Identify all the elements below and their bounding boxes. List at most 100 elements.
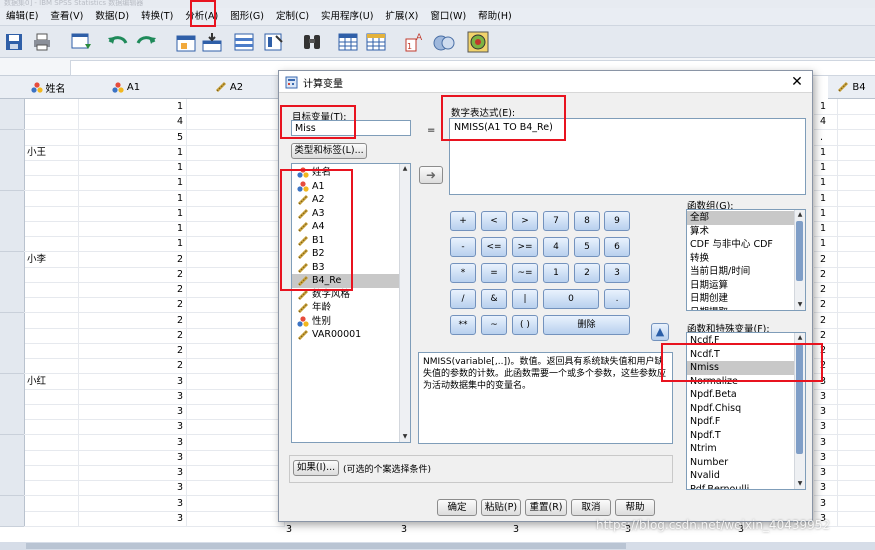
save-button[interactable]	[2, 30, 26, 54]
cell-a1[interactable]: 1	[72, 190, 187, 207]
keypad-key[interactable]: |	[512, 289, 538, 309]
cell-a1[interactable]: 3	[72, 480, 187, 497]
cell-a1[interactable]: 2	[72, 251, 187, 268]
cell-b4[interactable]	[828, 374, 875, 390]
undo-button[interactable]	[106, 30, 130, 54]
target-variable-input[interactable]: Miss	[291, 120, 411, 136]
cell-name[interactable]	[24, 99, 79, 115]
cell-b4[interactable]	[828, 175, 875, 192]
help-button[interactable]: 帮助	[615, 499, 655, 516]
column-header-a1[interactable]: A1	[72, 76, 181, 99]
cell-name[interactable]	[24, 419, 79, 436]
cell-b4[interactable]	[828, 252, 875, 268]
variable-list-scrollbar[interactable]: ▲ ▼	[399, 164, 410, 442]
keypad-key[interactable]: +	[450, 211, 476, 231]
cell-a1[interactable]: 1	[72, 205, 187, 222]
keypad-key[interactable]: 1	[543, 263, 569, 283]
cell-a2[interactable]	[180, 434, 285, 451]
cell-name[interactable]	[24, 190, 79, 207]
cell-name[interactable]	[24, 404, 79, 420]
cell-a1[interactable]: 3	[72, 465, 187, 481]
cell-b4[interactable]	[828, 450, 875, 466]
function-group-item[interactable]: 日期运算	[687, 279, 805, 293]
cell-bottom-row[interactable]: 3	[283, 522, 299, 537]
cell-b4[interactable]	[828, 435, 875, 451]
cell-name[interactable]	[24, 266, 79, 283]
variable-item[interactable]: B4_Re	[292, 274, 410, 288]
function-item[interactable]: Nvalid	[687, 469, 805, 483]
goto-variable-button[interactable]	[200, 30, 224, 54]
menu-item-5[interactable]: 图形(G)	[224, 8, 270, 26]
cell-a2[interactable]	[180, 99, 285, 115]
function-group-item[interactable]: CDF 与非中心 CDF	[687, 238, 805, 252]
cell-a2[interactable]	[180, 495, 285, 512]
cell-name[interactable]	[24, 129, 79, 146]
row-header[interactable]	[0, 221, 25, 237]
cell-b4[interactable]	[828, 236, 875, 253]
cell-name[interactable]	[24, 465, 79, 481]
cell-a2[interactable]	[180, 480, 285, 497]
cell-name[interactable]	[24, 388, 79, 405]
cell-name[interactable]	[24, 480, 79, 497]
horizontal-scrollbar[interactable]	[0, 542, 875, 550]
menu-item-9[interactable]: 窗口(W)	[424, 8, 472, 26]
row-header[interactable]	[0, 358, 25, 375]
variable-item[interactable]: B2	[292, 247, 410, 261]
goto-case-button[interactable]	[174, 30, 198, 54]
cell-a1[interactable]: 4	[72, 114, 187, 131]
function-group-list[interactable]: 全部算术CDF 与非中心 CDF转换当前日期/时间日期运算日期创建日期提取 ▲ …	[686, 209, 806, 311]
scroll-thumb[interactable]	[796, 221, 803, 281]
cell-b4[interactable]	[828, 130, 875, 146]
cell-b4[interactable]	[828, 206, 875, 222]
cell-b4[interactable]	[828, 145, 875, 161]
cell-name[interactable]: 小王	[24, 144, 79, 161]
cell-b4[interactable]	[828, 114, 875, 131]
keypad-key[interactable]: ( )	[512, 315, 538, 335]
row-header[interactable]	[0, 190, 25, 207]
row-header[interactable]	[0, 114, 25, 131]
function-item[interactable]: Pdf.Bernoulli	[687, 483, 805, 490]
insert-cases-button[interactable]	[336, 30, 360, 54]
row-header[interactable]	[0, 99, 25, 115]
menu-item-6[interactable]: 定制(C)	[270, 8, 315, 26]
cell-a2[interactable]	[180, 251, 285, 268]
cell-name[interactable]	[24, 175, 79, 192]
variable-item[interactable]: B1	[292, 234, 410, 248]
cell-name[interactable]: 小李	[24, 251, 79, 268]
keypad-key[interactable]: =	[481, 263, 507, 283]
cell-a2[interactable]	[180, 190, 285, 207]
variable-list[interactable]: 姓名 A1 A2 A3 A4 B1 B2 B3 B4_Re 数字风格 年龄 性别 VAR00001 ▲ …	[291, 163, 411, 443]
cell-a2[interactable]	[180, 129, 285, 146]
cell-a1[interactable]: 1	[72, 99, 187, 115]
function-group-item[interactable]: 日期提取	[687, 306, 805, 311]
cell-a2[interactable]	[180, 449, 285, 466]
cell-a2[interactable]	[180, 343, 285, 359]
scroll-down-icon[interactable]: ▼	[795, 300, 805, 310]
cell-name[interactable]: 小红	[24, 373, 79, 390]
cell-name[interactable]	[24, 221, 79, 237]
function-group-scrollbar[interactable]: ▲ ▼	[794, 210, 805, 310]
cell-a2[interactable]	[180, 404, 285, 420]
scroll-up-icon[interactable]: ▲	[795, 210, 805, 220]
cell-name[interactable]	[24, 495, 79, 512]
cell-a1[interactable]: 3	[72, 495, 187, 512]
cell-a1[interactable]: 5	[72, 129, 187, 146]
row-header[interactable]	[0, 388, 25, 405]
menu-item-10[interactable]: 帮助(H)	[472, 8, 518, 26]
keypad-key[interactable]: >=	[512, 237, 538, 257]
variable-item[interactable]: B3	[292, 261, 410, 275]
menu-item-3[interactable]: 转换(T)	[135, 8, 179, 26]
keypad-key[interactable]: <	[481, 211, 507, 231]
cell-name[interactable]	[24, 343, 79, 359]
variable-item[interactable]: 性别	[292, 315, 410, 329]
insert-variable-button[interactable]	[364, 30, 388, 54]
function-item[interactable]: Ntrim	[687, 442, 805, 456]
cell-name[interactable]	[24, 114, 79, 131]
print-button[interactable]	[30, 30, 54, 54]
keypad-key[interactable]: **	[450, 315, 476, 335]
cell-b4[interactable]	[828, 160, 875, 176]
cell-a2[interactable]	[180, 175, 285, 192]
function-list[interactable]: Ncdf.F Ncdf.T Nmiss Normalize Npdf.Beta Npdf.…	[686, 332, 806, 490]
run-descriptives-button[interactable]	[262, 30, 286, 54]
cell-a1[interactable]: 3	[72, 449, 187, 466]
